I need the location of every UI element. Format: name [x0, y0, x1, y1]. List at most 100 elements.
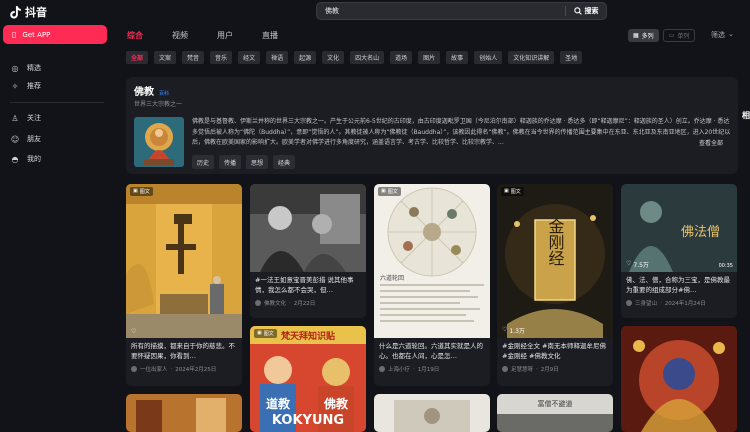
video-thumbnail: 梵天拜知识贴 道教 佛教 KOKYUNG ▣ 图文: [250, 326, 366, 432]
avatar: [255, 300, 261, 306]
logo-text: 抖音: [25, 6, 47, 19]
chip[interactable]: 音乐: [210, 51, 233, 64]
video-meta: 足慧慧呀 · 2月9日: [497, 362, 613, 373]
friends-icon: ☺: [10, 134, 20, 144]
tab-comprehensive[interactable]: 综合: [127, 30, 143, 41]
single-column-button[interactable]: ▭ 单列: [662, 29, 696, 42]
tab-video[interactable]: 视频: [172, 30, 188, 41]
chip[interactable]: 梵音: [182, 51, 205, 64]
video-thumbnail: [126, 394, 242, 432]
heart-icon: ♡: [626, 260, 632, 267]
heart-icon: ♡: [502, 326, 508, 333]
chip[interactable]: 文案: [154, 51, 177, 64]
sidebar-item-friends[interactable]: ☺ 朋友: [10, 133, 41, 145]
multi-column-button[interactable]: ▦ 多列: [628, 29, 659, 42]
chip[interactable]: 文化: [322, 51, 345, 64]
chip[interactable]: 禅语: [266, 51, 289, 64]
chip[interactable]: 图片: [418, 51, 441, 64]
sparkle-icon: ✧: [11, 81, 19, 91]
chip[interactable]: 圣地: [560, 51, 583, 64]
video-card[interactable]: [621, 326, 737, 432]
chip[interactable]: 道场: [390, 51, 413, 64]
thumbnail-caption: 佛法僧: [681, 225, 720, 240]
images-icon: ▣: [257, 330, 262, 336]
view-all-link[interactable]: 查看全部: [696, 138, 724, 147]
search-icon: [573, 7, 582, 15]
user-icon: ◓: [11, 154, 19, 164]
filter-button[interactable]: 筛选 ⌄: [711, 30, 734, 40]
sidebar-item-following[interactable]: ♙ 关注: [10, 112, 41, 124]
encyclopedia-tag[interactable]: 历史: [192, 155, 215, 169]
post-date: 2月9日: [540, 367, 559, 373]
video-card[interactable]: 佛法僧 ♡ 7.5万 00:35 佛、法、僧，合称为三宝，是佛教最为重要的组成部分…: [621, 184, 737, 318]
avatar: [626, 300, 632, 306]
tab-live[interactable]: 直播: [262, 30, 278, 41]
thumbnail-caption: 六道轮回: [380, 274, 404, 282]
thumbnail-label-right: 佛教: [323, 396, 349, 411]
dot-separator: ·: [413, 366, 415, 372]
chip[interactable]: 经文: [238, 51, 261, 64]
video-card[interactable]: [374, 394, 490, 432]
video-card[interactable]: #一法王如意宝晋美彭措 说其他事情，我怎么都不会哭，但… 佛教文化 · 2月22…: [250, 184, 366, 318]
dot-separator: ·: [660, 300, 662, 306]
author-name[interactable]: 三身望山: [635, 299, 657, 307]
sidebar-item-featured[interactable]: ◎ 精选: [10, 62, 42, 74]
video-card[interactable]: [126, 394, 242, 432]
get-app-label: Get APP: [22, 30, 51, 39]
author-name[interactable]: 佛教文化: [264, 299, 286, 307]
thumbnail-label-left: 道教: [266, 396, 291, 411]
chip[interactable]: 四大名山: [350, 51, 385, 64]
video-thumbnail: 金刚经 ▣ 图文 ♡ 1.3万: [497, 184, 613, 338]
sidebar-divider: [10, 102, 104, 103]
encyclopedia-subtitle: 世界三大宗教之一: [134, 101, 183, 108]
search-input[interactable]: 佛教: [317, 6, 565, 16]
video-thumbnail: ▣ 图文 ♡: [126, 184, 242, 338]
author-name[interactable]: 足慧慧呀: [511, 365, 533, 373]
search-button[interactable]: 搜索: [566, 6, 606, 16]
video-meta: 一位出家人 · 2024年2月25日: [126, 362, 242, 373]
related-panel-edge: 相: [742, 111, 750, 120]
video-title: 佛、法、僧，合称为三宝，是佛教最为重要的组成部分#佛…: [626, 276, 730, 294]
tab-user[interactable]: 用户: [217, 30, 233, 41]
single-column-label: 单列: [677, 33, 690, 40]
post-date: 2月22日: [293, 301, 316, 307]
chip-all[interactable]: 全部: [126, 51, 149, 64]
video-thumbnail: 富僧不避道: [497, 394, 613, 432]
video-card[interactable]: 金刚经 ▣ 图文 ♡ 1.3万 #金刚经全文 #南无本师释迦牟尼佛 #金刚经 #佛教…: [497, 184, 613, 386]
video-thumbnail: [621, 326, 737, 432]
thumbnail-watermark: KOKYUNG: [272, 413, 344, 428]
encyclopedia-tag[interactable]: 经典: [273, 155, 296, 169]
badge-label: 图文: [139, 189, 150, 195]
thumbnail-book-title: 金刚经: [546, 218, 565, 266]
douyin-search-page: 抖音 ▯ Get APP ◎ 精选 ✧ 推荐 ♙ 关注 ☺ 朋友 ◓ 我的 佛教: [0, 0, 750, 432]
author-name[interactable]: 上海小疗: [388, 365, 410, 373]
avatar: [502, 366, 508, 372]
encyclopedia-tag[interactable]: 传播: [219, 155, 242, 169]
video-thumbnail: 佛法僧 ♡ 7.5万 00:35: [621, 184, 737, 272]
category-chips: 全部 文案 梵音 音乐 经文 禅语 起源 文化 四大名山 道场 图片 故事 创始…: [126, 51, 583, 64]
encyclopedia-title-text: 佛教: [134, 87, 154, 98]
post-date: 1月19日: [417, 367, 440, 373]
sidebar-item-me[interactable]: ◓ 我的: [10, 153, 42, 165]
douyin-logo-icon: [10, 5, 21, 18]
sidebar-item-recommend[interactable]: ✧ 推荐: [10, 80, 41, 92]
multi-column-label: 多列: [641, 33, 654, 40]
result-tabs: 综合 视频 用户 直播: [127, 30, 278, 41]
avatar: [131, 366, 137, 372]
chip[interactable]: 创始人: [474, 51, 503, 64]
video-card[interactable]: ▣ 图文 ♡ 所有的描摸，都来自于你的慈悲。不要怀疑因果，你看到… 一位出家人 ·…: [126, 184, 242, 386]
author-name[interactable]: 一位出家人: [140, 365, 168, 373]
logo[interactable]: 抖音: [10, 4, 47, 20]
grid-icon: ▦: [633, 32, 639, 39]
encyclopedia-tag[interactable]: 思想: [246, 155, 269, 169]
chevron-down-icon: ⌄: [728, 30, 734, 38]
video-title: 什么是六道轮回。六道其实就是人的心。也都在人间，心是怎…: [379, 342, 483, 360]
images-icon: ▣: [504, 188, 509, 194]
get-app-button[interactable]: ▯ Get APP: [3, 25, 107, 44]
video-card[interactable]: 六道轮回 ▣ 图文 什么是六道轮回。六道其实就是人的心。也都在人间，心是怎… 上海…: [374, 184, 490, 386]
video-card[interactable]: 富僧不避道: [497, 394, 613, 432]
chip[interactable]: 故事: [446, 51, 469, 64]
chip[interactable]: 起源: [294, 51, 317, 64]
chip[interactable]: 文化知识讲解: [508, 51, 555, 64]
video-card[interactable]: 梵天拜知识贴 道教 佛教 KOKYUNG ▣ 图文: [250, 326, 366, 432]
